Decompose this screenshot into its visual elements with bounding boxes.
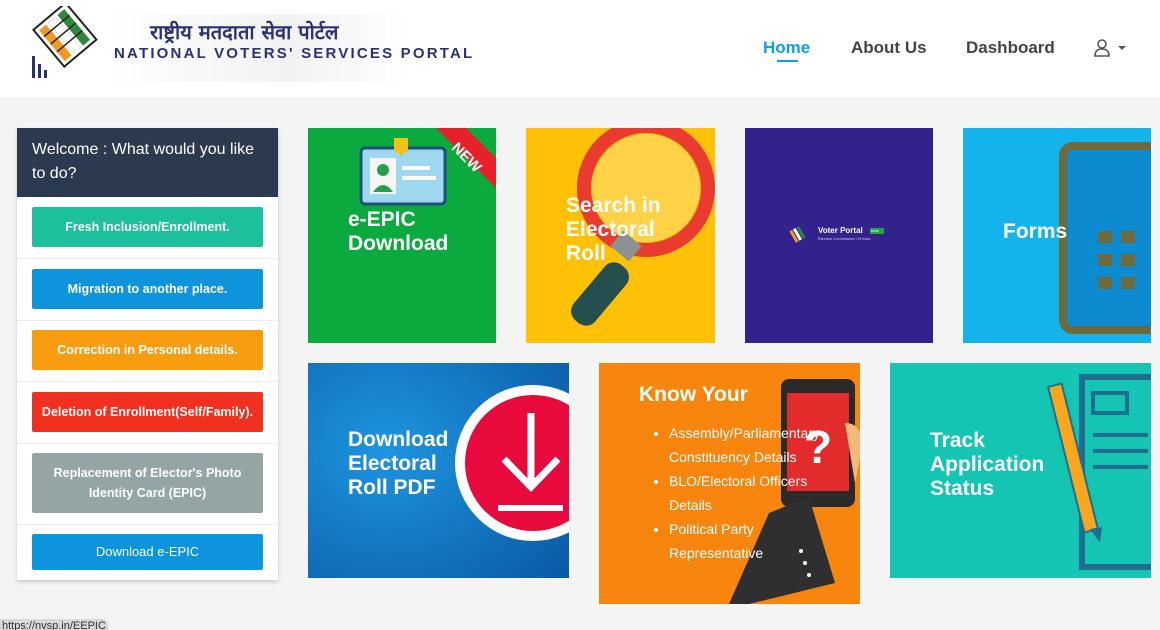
list-item[interactable]: BLO/Electoral Officers Details (669, 469, 849, 517)
portal-title-hindi: राष्ट्रीय मतदाता सेवा पोर्टल (150, 20, 339, 44)
eci-logo-icon[interactable] (28, 6, 108, 86)
download-electoral-roll-pdf-tile[interactable]: Download Electoral Roll PDF (308, 363, 569, 578)
know-your-list: Assembly/Parliamentary Constituency Deta… (649, 421, 849, 565)
list-item[interactable]: Assembly/Parliamentary Constituency Deta… (669, 421, 849, 469)
search-electoral-roll-label: Search in Electoral Roll (566, 194, 661, 265)
divider (17, 443, 278, 444)
caret-down-icon (1118, 46, 1126, 50)
voter-portal-subtitle: Election Commission Of India (818, 236, 871, 241)
site-header: राष्ट्रीय मतदाता सेवा पोर्टल NATIONAL VO… (0, 0, 1160, 97)
divider (17, 320, 278, 321)
deletion-button[interactable]: Deletion of Enrollment(Self/Family). (32, 392, 263, 432)
correction-button[interactable]: Correction in Personal details. (32, 330, 263, 370)
user-icon (1094, 39, 1126, 57)
forms-tile[interactable]: Forms (963, 128, 1151, 343)
forms-label: Forms (1003, 220, 1068, 243)
nav-about-us[interactable]: About Us (851, 38, 927, 58)
nav-home[interactable]: Home (763, 38, 810, 58)
track-application-status-tile[interactable]: Track Application Status (890, 363, 1151, 578)
know-your-label: Know Your (639, 383, 748, 406)
know-your-tile[interactable]: ? Know Your Assembly/Parliamentary Const… (599, 363, 860, 604)
divider (17, 381, 278, 382)
beta-badge: beta (871, 228, 879, 233)
download-e-epic-button[interactable]: Download e-EPIC (32, 534, 263, 570)
nav-home-active-indicator (777, 60, 798, 62)
voter-portal-label: Voter Portal (818, 226, 863, 235)
user-menu[interactable] (1093, 38, 1129, 60)
e-epic-download-label: e-EPIC Download (348, 208, 449, 255)
migration-button[interactable]: Migration to another place. (32, 269, 263, 309)
list-item[interactable]: Political Party Representative (669, 517, 849, 565)
track-application-status-label: Track Application Status (930, 429, 1045, 500)
e-epic-download-tile[interactable]: NEW e-EPIC Download (308, 128, 496, 343)
voter-portal-tile[interactable]: Voter Portal beta Election Commission Of… (745, 128, 933, 343)
browser-status-bar: https://nvsp.in/EEPIC (0, 619, 108, 630)
portal-title-english[interactable]: NATIONAL VOTERS' SERVICES PORTAL (114, 45, 474, 62)
search-electoral-roll-tile[interactable]: Search in Electoral Roll (526, 128, 715, 343)
replacement-epic-button[interactable]: Replacement of Elector's Photo Identity … (32, 453, 263, 513)
divider (17, 258, 278, 259)
download-electoral-roll-pdf-label: Download Electoral Roll PDF (348, 428, 449, 499)
welcome-panel: Welcome : What would you like to do? Fre… (17, 128, 278, 580)
welcome-heading: Welcome : What would you like to do? (17, 128, 278, 197)
nav-dashboard[interactable]: Dashboard (966, 38, 1055, 58)
divider (17, 524, 278, 525)
fresh-inclusion-button[interactable]: Fresh Inclusion/Enrollment. (32, 207, 263, 247)
